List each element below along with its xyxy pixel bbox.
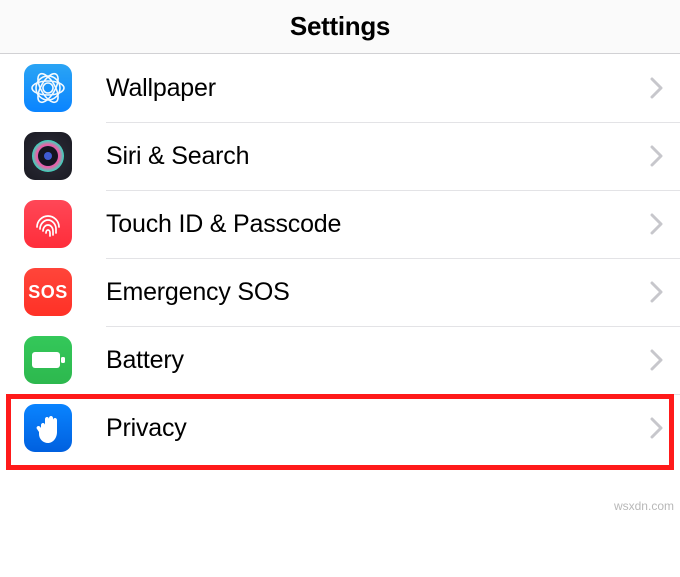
chevron-right-icon: [650, 281, 664, 303]
row-touchid[interactable]: Touch ID & Passcode: [0, 190, 680, 258]
row-label: Wallpaper: [106, 74, 650, 103]
sos-icon: SOS: [24, 268, 72, 316]
fingerprint-icon: [24, 200, 72, 248]
row-sos[interactable]: SOS Emergency SOS: [0, 258, 680, 326]
row-wallpaper[interactable]: Wallpaper: [0, 54, 680, 122]
hand-icon: [24, 404, 72, 452]
row-label: Emergency SOS: [106, 278, 650, 307]
row-label: Battery: [106, 346, 650, 375]
row-battery[interactable]: Battery: [0, 326, 680, 394]
row-privacy[interactable]: Privacy: [0, 394, 680, 462]
row-siri[interactable]: Siri & Search: [0, 122, 680, 190]
row-label: Touch ID & Passcode: [106, 210, 650, 239]
row-label: Siri & Search: [106, 142, 650, 171]
wallpaper-icon: [24, 64, 72, 112]
row-label: Privacy: [106, 414, 650, 443]
chevron-right-icon: [650, 349, 664, 371]
watermark: wsxdn.com: [614, 499, 674, 513]
chevron-right-icon: [650, 77, 664, 99]
siri-icon: [24, 132, 72, 180]
page-title: Settings: [290, 11, 390, 42]
chevron-right-icon: [650, 213, 664, 235]
settings-list: Wallpaper Siri & Search: [0, 54, 680, 462]
battery-icon: [24, 336, 72, 384]
header: Settings: [0, 0, 680, 54]
chevron-right-icon: [650, 417, 664, 439]
chevron-right-icon: [650, 145, 664, 167]
